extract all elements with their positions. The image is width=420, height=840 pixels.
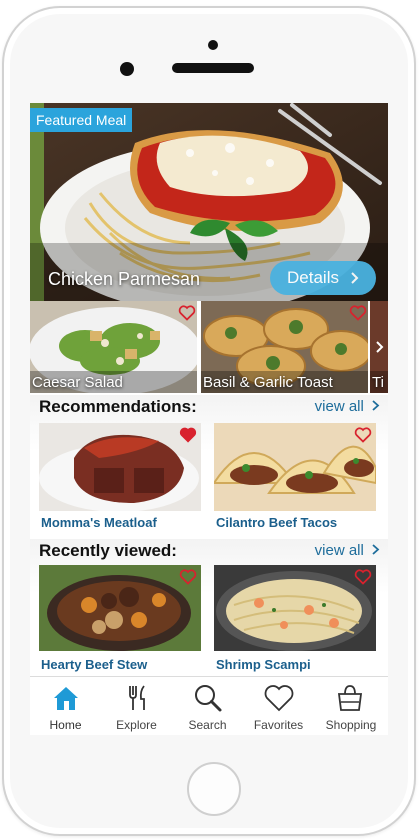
- search-icon: [195, 685, 222, 712]
- earpiece-speaker: [172, 63, 254, 73]
- featured-meal-card[interactable]: Featured Meal Chicken Parmesan Details: [30, 103, 388, 301]
- proximity-sensor: [120, 62, 134, 76]
- beef-stew-photo: [39, 565, 201, 651]
- meatloaf-photo: [39, 423, 201, 511]
- chevron-right-icon[interactable]: [376, 341, 384, 353]
- recommendations-view-all-link[interactable]: view all: [315, 398, 380, 415]
- heart-icon[interactable]: [178, 305, 196, 321]
- tab-label: Search: [188, 718, 227, 732]
- recipe-card[interactable]: Momma's Meatloaf: [39, 423, 201, 533]
- app-screen: Featured Meal Chicken Parmesan Details C…: [30, 103, 388, 735]
- recipe-card-label: Shrimp Scampi: [216, 657, 311, 672]
- carousel-item-label: Basil & Garlic Toast: [203, 374, 333, 391]
- recipe-card[interactable]: Cilantro Beef Tacos: [214, 423, 376, 533]
- tab-shopping[interactable]: Shopping: [314, 677, 388, 735]
- home-button[interactable]: [187, 762, 241, 816]
- recommendations-section: Recommendations: view all Momma's Meatlo…: [30, 395, 388, 535]
- tab-label: Favorites: [253, 718, 304, 732]
- recently-viewed-heading: Recently viewed:: [39, 541, 177, 560]
- recipe-card[interactable]: Hearty Beef Stew: [39, 565, 201, 673]
- featured-meal-badge: Featured Meal: [30, 108, 133, 132]
- tab-home[interactable]: Home: [30, 677, 101, 735]
- recipe-card[interactable]: Shrimp Scampi: [214, 565, 376, 673]
- chevron-right-icon: [372, 544, 380, 555]
- recommendations-heading: Recommendations:: [39, 397, 197, 416]
- beef-tacos-photo: [214, 423, 376, 511]
- heart-icon: [264, 685, 294, 712]
- bottom-tab-bar: Home Explore Search Favorites Shopping: [30, 676, 388, 735]
- view-all-label: view all: [314, 398, 364, 415]
- featured-carousel[interactable]: Caesar Salad Basil & Garlic Toast Ti: [30, 301, 388, 393]
- recipe-card-label: Cilantro Beef Tacos: [216, 515, 338, 530]
- tab-label: Shopping: [325, 718, 377, 732]
- tab-explore[interactable]: Explore: [101, 677, 172, 735]
- heart-icon[interactable]: [354, 427, 372, 443]
- chevron-right-icon: [351, 272, 359, 284]
- details-button[interactable]: Details: [270, 261, 376, 295]
- shrimp-scampi-photo: [214, 565, 376, 651]
- heart-icon[interactable]: [179, 569, 197, 585]
- tab-search[interactable]: Search: [172, 677, 243, 735]
- house-icon: [54, 687, 78, 710]
- featured-meal-title: Chicken Parmesan: [48, 269, 201, 289]
- recipe-card-label: Hearty Beef Stew: [41, 657, 148, 672]
- tab-label: Explore: [116, 718, 157, 732]
- front-camera: [208, 40, 218, 50]
- carousel-item-label: Ti: [372, 374, 384, 391]
- carousel-item[interactable]: Caesar Salad: [30, 301, 197, 393]
- heart-icon[interactable]: [349, 305, 367, 321]
- shopping-bag-icon: [337, 685, 363, 711]
- view-all-label: view all: [314, 542, 364, 559]
- recently-viewed-section: Recently viewed: view all Hearty Beef St…: [30, 539, 388, 675]
- fork-knife-icon: [129, 685, 145, 710]
- carousel-item[interactable]: Basil & Garlic Toast: [201, 301, 368, 393]
- recipe-card-label: Momma's Meatloaf: [41, 515, 157, 530]
- heart-icon[interactable]: [354, 569, 372, 585]
- details-button-label: Details: [287, 268, 339, 287]
- chevron-right-icon: [372, 400, 380, 411]
- recently-viewed-view-all-link[interactable]: view all: [315, 542, 380, 559]
- tab-label: Home: [49, 718, 82, 732]
- tab-favorites[interactable]: Favorites: [243, 677, 314, 735]
- carousel-item-label: Caesar Salad: [32, 374, 123, 391]
- heart-icon[interactable]: [179, 427, 197, 443]
